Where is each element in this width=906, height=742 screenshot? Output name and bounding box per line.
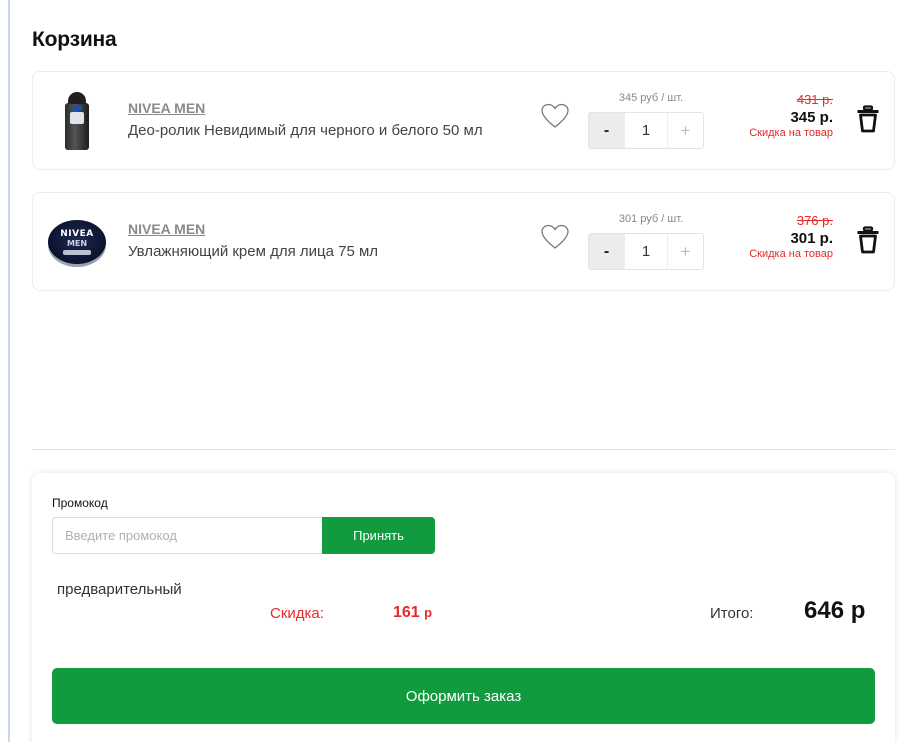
left-border-rule [8, 0, 10, 742]
trash-icon[interactable] [856, 226, 880, 254]
cart-item: NIVEA MEN NIVEA MEN Увлажняющий крем для… [32, 192, 895, 291]
discount-label: Скидка: [270, 605, 324, 622]
increase-quantity-button[interactable]: + [668, 113, 703, 148]
promo-code-input[interactable] [52, 517, 323, 554]
decrease-quantity-button[interactable]: - [589, 234, 624, 269]
heart-outline-icon[interactable] [540, 223, 570, 251]
total-label: Итого: [710, 605, 754, 622]
page-title: Корзина [32, 28, 117, 51]
trash-icon[interactable] [856, 105, 880, 133]
discount-amount: 161 р [393, 604, 432, 622]
apply-promo-button[interactable]: Принять [322, 517, 435, 554]
product-brand-link[interactable]: NIVEA MEN [128, 100, 205, 116]
heart-outline-icon[interactable] [540, 102, 570, 130]
cart-item: NIVEA MEN Део-ролик Невидимый для черног… [32, 71, 895, 170]
quantity-stepper: - 1 + [588, 233, 704, 270]
discount-currency: р [424, 605, 433, 620]
product-brand-link[interactable]: NIVEA MEN [128, 221, 205, 237]
unit-price: 301 руб / шт. [618, 213, 684, 225]
promo-label: Промокод [52, 496, 108, 510]
old-price: 376 р. [796, 213, 833, 228]
quantity-value[interactable]: 1 [624, 113, 668, 148]
order-summary-panel: Промокод Принять предварительный Скидка:… [32, 473, 895, 742]
quantity-value[interactable]: 1 [624, 234, 668, 269]
tin-line-text: MEN [66, 239, 88, 248]
current-price: 345 р. [790, 109, 833, 126]
total-amount: 646 р [804, 597, 866, 624]
product-image-deodorant[interactable] [47, 86, 107, 156]
price-block: 431 р. 345 р. Скидка на товар [733, 92, 833, 140]
old-price: 431 р. [796, 92, 833, 107]
current-price: 301 р. [790, 230, 833, 247]
product-name: Део-ролик Невидимый для черного и белого… [128, 122, 483, 139]
section-divider [32, 449, 895, 450]
deodorant-roller-icon [65, 92, 89, 150]
discount-amount-number: 161 [393, 604, 420, 621]
decrease-quantity-button[interactable]: - [589, 113, 624, 148]
product-image-cream[interactable]: NIVEA MEN [47, 207, 107, 277]
cream-tin-icon: NIVEA MEN [48, 220, 106, 264]
tin-brand-text: NIVEA [60, 229, 94, 239]
product-name: Увлажняющий крем для лица 75 мл [128, 243, 379, 260]
discount-note: Скидка на товар [749, 127, 833, 139]
quantity-stepper: - 1 + [588, 112, 704, 149]
unit-price: 345 руб / шт. [618, 92, 684, 104]
increase-quantity-button[interactable]: + [668, 234, 703, 269]
price-block: 376 р. 301 р. Скидка на товар [733, 213, 833, 261]
discount-note: Скидка на товар [749, 248, 833, 260]
checkout-button[interactable]: Оформить заказ [52, 668, 875, 724]
preliminary-label: предварительный [57, 581, 182, 598]
